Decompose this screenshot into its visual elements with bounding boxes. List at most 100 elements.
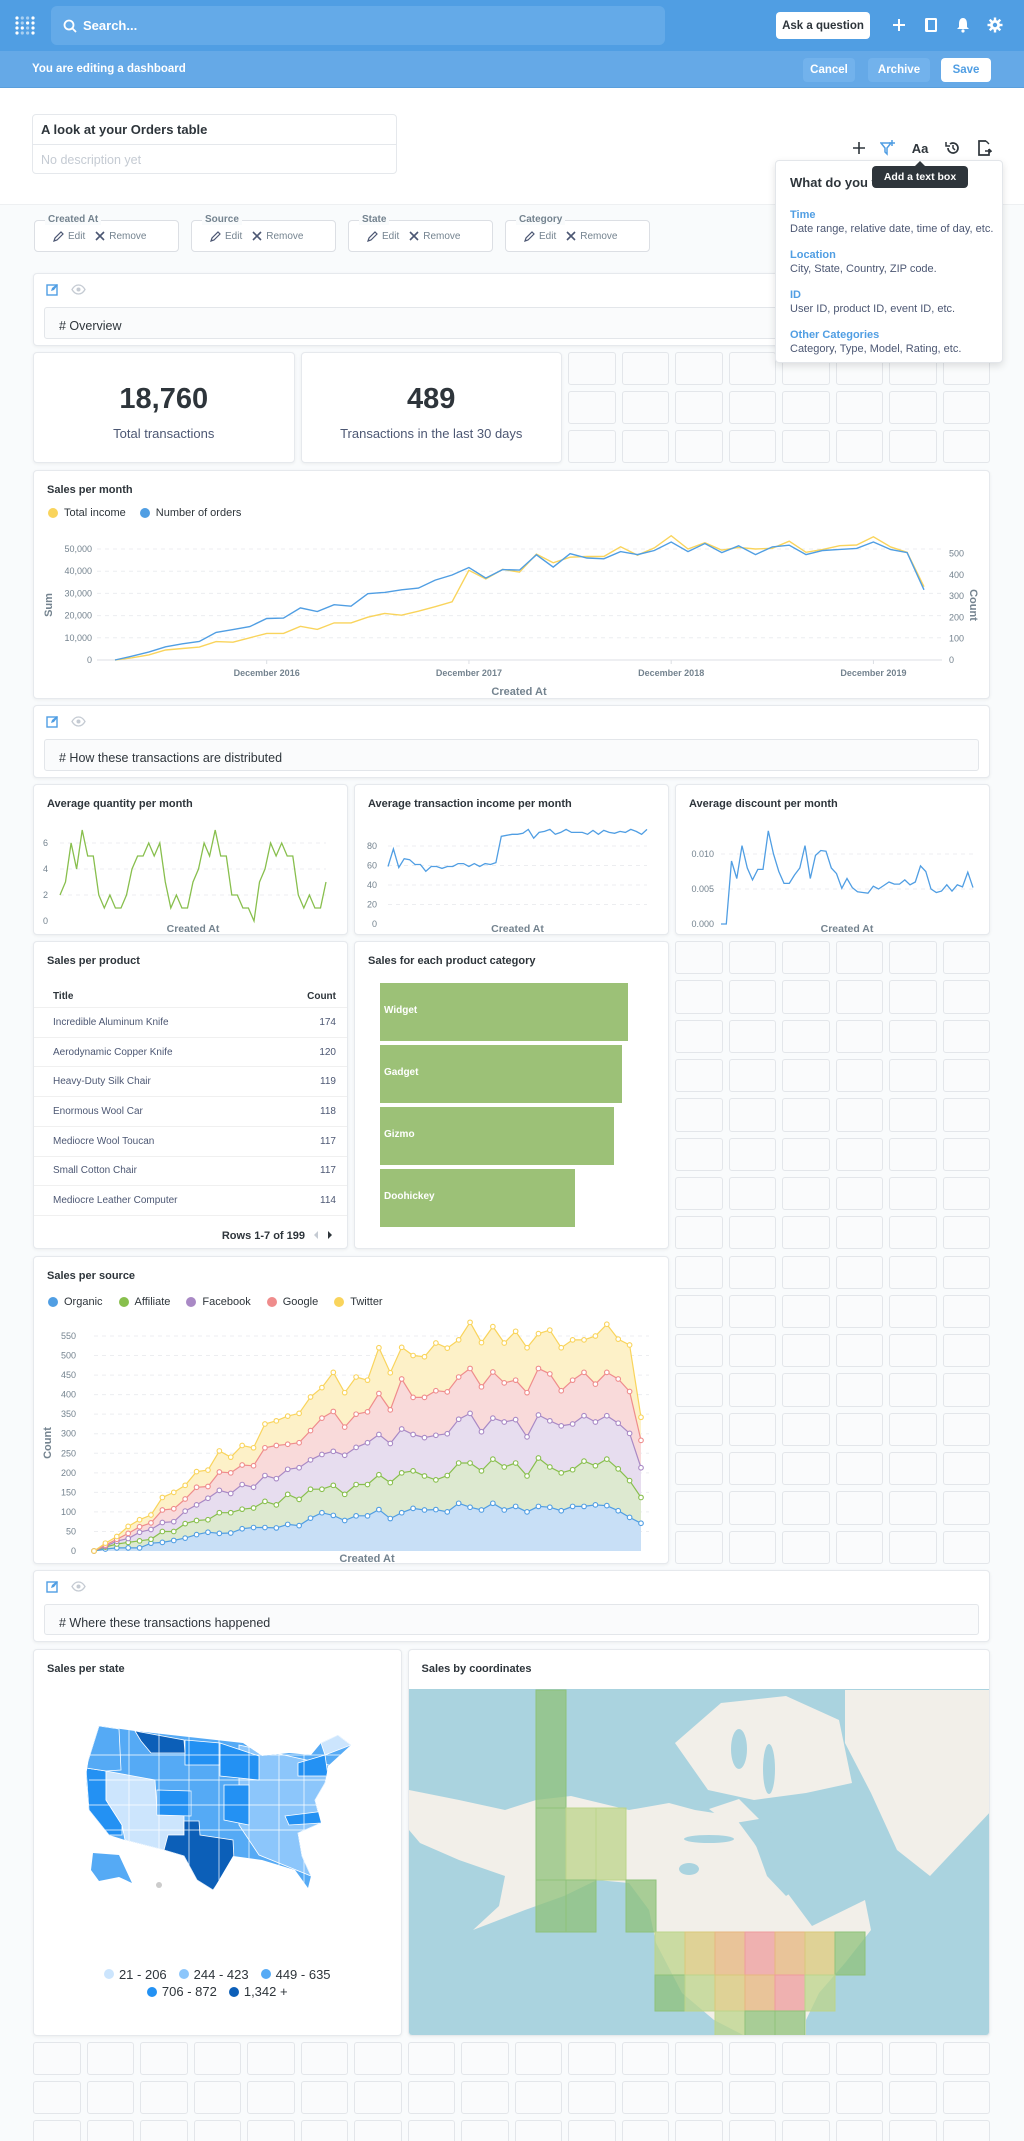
filter-option-id[interactable]: ID User ID, product ID, event ID, etc. bbox=[790, 289, 955, 315]
empty-grid-cell bbox=[86, 2080, 134, 2115]
data-point bbox=[341, 1490, 348, 1497]
previous-page-icon[interactable] bbox=[313, 1230, 319, 1242]
us-states-map[interactable] bbox=[85, 1723, 355, 1898]
empty-grid-cell bbox=[889, 2080, 937, 2115]
data-point bbox=[307, 1393, 314, 1400]
empty-grid-cell bbox=[568, 2120, 616, 2141]
data-point bbox=[182, 1495, 189, 1502]
empty-grid-cell bbox=[728, 980, 776, 1014]
data-point bbox=[91, 1547, 97, 1554]
data-point bbox=[410, 1431, 416, 1437]
data-point bbox=[262, 1524, 268, 1530]
y-tick-label: 6 bbox=[43, 838, 48, 848]
data-point bbox=[524, 1433, 530, 1440]
data-point bbox=[239, 1461, 245, 1468]
empty-grid-cell bbox=[728, 430, 776, 464]
empty-grid-cell bbox=[835, 1216, 883, 1250]
empty-grid-cell bbox=[942, 2120, 990, 2141]
data-point bbox=[205, 1516, 211, 1523]
eye-icon[interactable] bbox=[71, 283, 86, 296]
text-card-content[interactable]: # How these transactions are distributed bbox=[44, 739, 979, 771]
data-point bbox=[444, 1472, 451, 1478]
column-header-title[interactable]: Title bbox=[53, 991, 73, 1002]
bar-gadget[interactable]: Gadget bbox=[380, 1045, 623, 1104]
data-point bbox=[638, 1413, 644, 1420]
scalar-value: 489 bbox=[407, 382, 456, 415]
empty-grid-cell bbox=[889, 1412, 937, 1446]
data-point bbox=[535, 1454, 542, 1461]
data-point bbox=[376, 1431, 382, 1437]
table-row[interactable]: Heavy-Duty Silk Chair 119 bbox=[34, 1067, 347, 1098]
empty-grid-cell bbox=[728, 1530, 776, 1564]
data-point bbox=[603, 1320, 610, 1327]
cell-title: Small Cotton Chair bbox=[53, 1165, 137, 1177]
table-row[interactable]: Enormous Wool Car 118 bbox=[34, 1097, 347, 1127]
data-point bbox=[273, 1501, 280, 1508]
column-header-count[interactable]: Count bbox=[307, 991, 336, 1002]
data-point bbox=[136, 1523, 143, 1530]
heatmap-cell bbox=[684, 1974, 715, 2011]
empty-grid-cell bbox=[193, 2041, 241, 2075]
empty-grid-cell bbox=[942, 1530, 990, 1564]
filter-option-time[interactable]: Time Date range, relative date, time of d… bbox=[790, 209, 993, 235]
data-point bbox=[467, 1503, 473, 1510]
empty-grid-cell bbox=[782, 390, 830, 425]
coordinates-map[interactable] bbox=[408, 1688, 991, 2036]
data-point bbox=[353, 1410, 359, 1417]
next-page-icon[interactable] bbox=[327, 1230, 333, 1242]
empty-grid-cell bbox=[568, 430, 616, 464]
empty-grid-cell bbox=[728, 1452, 776, 1486]
eye-icon[interactable] bbox=[71, 715, 86, 728]
popover-heading: What do you w bbox=[790, 175, 882, 190]
data-point bbox=[603, 1412, 610, 1419]
bar-widget[interactable]: Widget bbox=[380, 983, 628, 1042]
legend-label: 706 - 872 bbox=[161, 1984, 217, 1999]
legend-item: 21 - 206 bbox=[103, 1966, 167, 1983]
data-point bbox=[102, 1539, 109, 1546]
y-tick-label: 0 bbox=[43, 916, 48, 926]
empty-grid-cell bbox=[942, 1373, 990, 1407]
data-point bbox=[615, 1465, 622, 1472]
edit-icon[interactable] bbox=[46, 283, 59, 296]
edit-icon[interactable] bbox=[46, 1580, 59, 1593]
empty-grid-cell bbox=[675, 1491, 723, 1525]
x-tick-label: December 2016 bbox=[234, 668, 300, 678]
legend-item: 706 - 872 bbox=[146, 1983, 217, 2000]
empty-grid-cell bbox=[728, 1019, 776, 1053]
data-point bbox=[239, 1525, 245, 1532]
data-point bbox=[455, 1499, 462, 1506]
data-point bbox=[319, 1451, 325, 1457]
empty-grid-cell bbox=[33, 2120, 81, 2141]
empty-grid-cell bbox=[728, 2041, 776, 2075]
filter-option-location[interactable]: Location City, State, Country, ZIP code. bbox=[790, 249, 937, 275]
y-tick-label: 30,000 bbox=[64, 588, 92, 598]
eye-icon[interactable] bbox=[71, 1580, 86, 1593]
table-row[interactable]: Mediocre Wool Toucan 117 bbox=[34, 1127, 347, 1157]
heatmap-cell bbox=[654, 1931, 685, 1975]
data-point bbox=[296, 1410, 302, 1416]
empty-grid-cell bbox=[835, 1452, 883, 1486]
data-point bbox=[433, 1387, 439, 1394]
legend-label: 244 - 423 bbox=[193, 1966, 249, 1982]
data-point bbox=[569, 1420, 576, 1427]
table-row[interactable]: Small Cotton Chair 117 bbox=[34, 1157, 347, 1187]
table-pagination: Rows 1-7 of 199 bbox=[222, 1230, 333, 1242]
empty-grid-cell bbox=[728, 2120, 776, 2141]
edit-icon[interactable] bbox=[46, 715, 59, 728]
empty-grid-cell bbox=[621, 2041, 669, 2075]
bar-doohickey[interactable]: Doohickey bbox=[380, 1169, 575, 1228]
bar-gizmo[interactable]: Gizmo bbox=[380, 1107, 615, 1166]
y-tick-label: 10,000 bbox=[64, 632, 92, 642]
data-point bbox=[467, 1410, 473, 1416]
table-row[interactable]: Mediocre Leather Computer 114 bbox=[34, 1186, 347, 1216]
series-line bbox=[59, 829, 327, 924]
empty-grid-cell bbox=[782, 2120, 830, 2141]
y2-tick-label: 200 bbox=[949, 612, 964, 622]
y-tick-label: 0.010 bbox=[691, 849, 714, 859]
table-row[interactable]: Aerodynamic Copper Knife 120 bbox=[34, 1038, 347, 1068]
table-row[interactable]: Incredible Aluminum Knife 174 bbox=[34, 1008, 347, 1038]
empty-grid-cell bbox=[354, 2080, 402, 2115]
y-axis-label: Count bbox=[42, 1426, 54, 1458]
filter-option-other-categories[interactable]: Other Categories Category, Type, Model, R… bbox=[790, 329, 961, 355]
text-card-content[interactable]: # Where these transactions happened bbox=[44, 1603, 979, 1636]
